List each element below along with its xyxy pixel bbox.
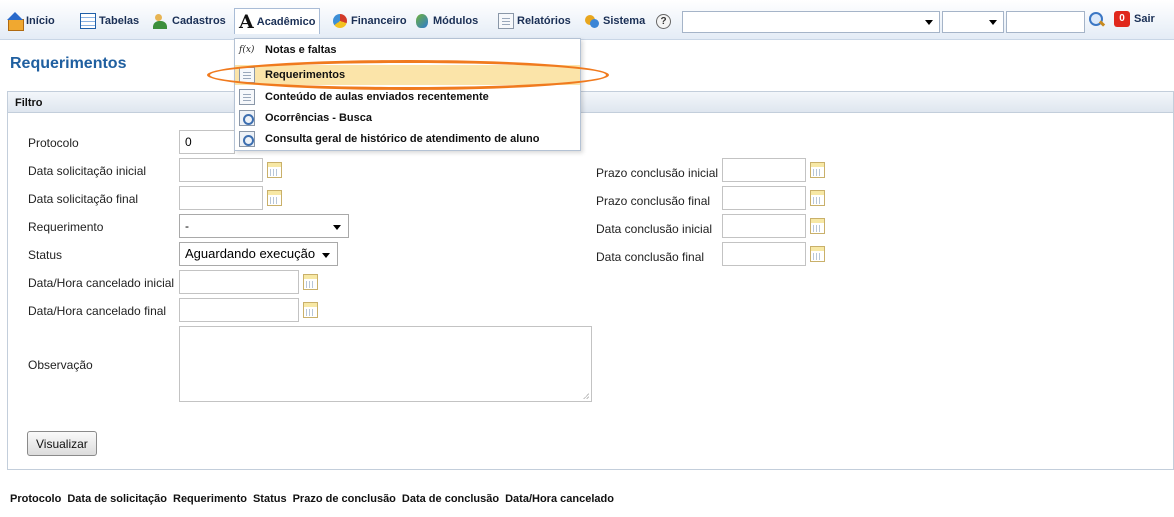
people-icon [153,13,169,29]
dropdown-item-label: Conteúdo de aulas enviados recentemente [265,91,489,103]
system-icon [584,13,600,29]
academic-dropdown-menu: f(x) Notas e faltas Requerimentos Conteú… [234,38,581,151]
calendar-icon[interactable] [810,246,825,262]
top-menu-bar: Início Tabelas Cadastros A Acadêmico Fin… [0,0,1174,40]
data-solicitacao-final-label: Data solicitação final [28,192,139,206]
menu-item-home[interactable]: Início [7,10,55,32]
requerimento-label: Requerimento [28,220,104,234]
menu-item-label: Cadastros [172,15,226,27]
help-button[interactable]: ? [656,10,674,32]
top-select-2[interactable] [942,11,1004,33]
dropdown-item-consulta-historico[interactable]: Consulta geral de histórico de atendimen… [235,129,580,149]
observacao-label: Observação [28,358,93,372]
dropdown-item-label: Consulta geral de histórico de atendimen… [265,133,540,145]
protocolo-label: Protocolo [28,136,79,150]
dropdown-item-label: Ocorrências - Busca [265,112,372,124]
prazo-inicial-input[interactable] [722,158,806,182]
cancelado-inicial-label: Data/Hora cancelado inicial [28,276,175,290]
calendar-icon[interactable] [810,162,825,178]
search-document-icon [239,131,255,147]
results-table-header: Protocolo Data de solicitação Requerimen… [10,493,620,505]
status-value: Aguardando execução [185,246,316,261]
menu-item-label: Início [26,15,55,27]
prazo-final-label: Prazo conclusão final [596,194,711,208]
top-select-1[interactable] [682,11,940,33]
calendar-icon[interactable] [303,302,318,318]
menu-item-academic[interactable]: A Acadêmico [234,8,321,34]
data-solicitacao-inicial-input[interactable] [179,158,263,182]
dropdown-item-label: Notas e faltas [265,44,337,56]
filter-header: Filtro [7,91,1174,113]
menu-item-label: Sistema [603,15,646,27]
search-icon[interactable] [1088,11,1106,29]
prazo-final-input[interactable] [722,186,806,210]
calendar-icon[interactable] [810,190,825,206]
menu-item-label: Acadêmico [256,15,316,28]
cancelado-final-label: Data/Hora cancelado final [28,304,167,318]
logout-button[interactable]: 0 Sair [1114,11,1155,27]
conclusao-inicial-input[interactable] [722,214,806,238]
search-document-icon [239,110,255,126]
column-header[interactable]: Data de conclusão [402,493,499,505]
menu-item-modules[interactable]: Módulos [414,10,478,32]
help-icon: ? [656,13,671,29]
protocolo-input[interactable]: 0 [179,130,235,154]
power-icon: 0 [1114,11,1130,27]
visualizar-button[interactable]: Visualizar [27,431,97,456]
menu-item-label: Tabelas [99,15,140,27]
requerimento-value: - [185,219,189,233]
document-icon [239,67,255,83]
chevron-down-icon [925,20,933,25]
conclusao-final-input[interactable] [722,242,806,266]
column-header[interactable]: Status [253,493,287,505]
menu-item-label: Módulos [433,15,479,27]
status-label: Status [28,248,63,262]
calendar-icon[interactable] [267,162,282,178]
dropdown-item-requerimentos[interactable]: Requerimentos [235,65,580,85]
dropdown-item-label: Requerimentos [265,69,346,81]
prazo-inicial-label: Prazo conclusão inicial [596,166,719,180]
menu-item-reports[interactable]: Relatórios [498,10,571,32]
menu-item-financial[interactable]: Financeiro [332,10,407,32]
dropdown-item-ocorrencias-busca[interactable]: Ocorrências - Busca [235,108,580,128]
observacao-textarea[interactable] [179,326,592,402]
menu-item-system[interactable]: Sistema [584,10,645,32]
requerimento-select[interactable]: - [179,214,349,238]
page-title: Requerimentos [10,55,127,72]
finance-icon [332,13,348,29]
data-solicitacao-inicial-label: Data solicitação inicial [28,164,147,178]
menu-item-tables[interactable]: Tabelas [80,10,139,32]
column-header[interactable]: Data de solicitação [67,493,167,505]
menu-item-registers[interactable]: Cadastros [153,10,226,32]
column-header[interactable]: Protocolo [10,493,61,505]
logout-label: Sair [1134,13,1155,25]
letter-a-icon: A [239,10,254,33]
fx-icon: f(x) [239,45,255,55]
column-header[interactable]: Prazo de conclusão [293,493,396,505]
report-icon [498,13,514,29]
home-icon [7,12,24,31]
dropdown-item-conteudo-aulas[interactable]: Conteúdo de aulas enviados recentemente [235,87,580,107]
status-select[interactable]: Aguardando execução [179,242,338,266]
menu-item-label: Financeiro [351,15,407,27]
calendar-icon[interactable] [267,190,282,206]
chevron-down-icon [322,253,330,258]
column-header[interactable]: Data/Hora cancelado [505,493,614,505]
dropdown-item-notas-e-faltas[interactable]: f(x) Notas e faltas [235,40,580,60]
column-header[interactable]: Requerimento [173,493,247,505]
conclusao-final-label: Data conclusão final [596,250,705,264]
menu-item-label: Relatórios [517,15,571,27]
chevron-down-icon [989,20,997,25]
document-icon [239,89,255,105]
cancelado-inicial-input[interactable] [179,270,299,294]
calendar-icon[interactable] [810,218,825,234]
data-solicitacao-final-input[interactable] [179,186,263,210]
top-search-input[interactable] [1006,11,1085,33]
cancelado-final-input[interactable] [179,298,299,322]
chevron-down-icon [333,225,341,230]
table-icon [80,13,96,29]
conclusao-inicial-label: Data conclusão inicial [596,222,713,236]
calendar-icon[interactable] [303,274,318,290]
modules-icon [414,13,430,29]
